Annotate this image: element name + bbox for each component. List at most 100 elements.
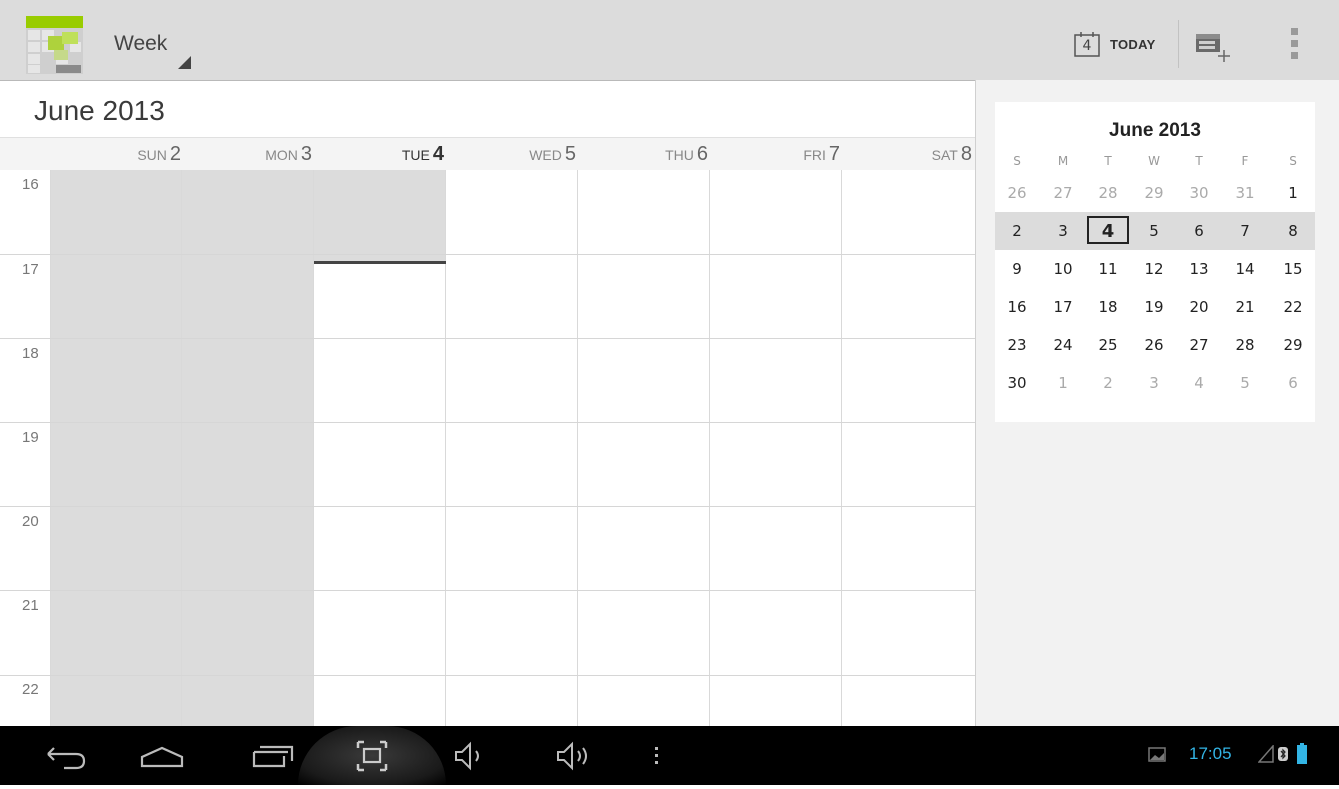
overflow-dot [1291,28,1298,35]
hour-label: 18 [22,345,39,362]
day-header-mon[interactable]: MON 3 [181,143,312,166]
mini-day-cell[interactable]: 30 [995,374,1039,392]
day-header-wed[interactable]: WED 5 [445,143,576,166]
mini-day-cell[interactable]: 3 [1132,374,1176,392]
mini-day-cell[interactable]: 18 [1086,298,1130,316]
mini-day-cell[interactable]: 27 [1177,336,1221,354]
mini-day-cell[interactable]: 26 [1132,336,1176,354]
mini-day-cell[interactable]: 19 [1132,298,1176,316]
today-label: TODAY [1110,37,1156,52]
mini-month-calendar[interactable]: June 2013 S M T W T F S 26 27 28 29 30 3… [995,102,1315,422]
back-icon [47,747,86,770]
overflow-dot [1291,52,1298,59]
mini-day-cell[interactable]: 5 [1132,222,1176,240]
mini-day-cell[interactable]: 12 [1132,260,1176,278]
day-number: 4 [432,143,444,165]
view-spinner[interactable]: Week [104,18,204,76]
mini-day-cell[interactable]: 17 [1041,298,1085,316]
mini-day-cell[interactable]: 4 [1177,374,1221,392]
mini-day-cell[interactable]: 25 [1086,336,1130,354]
mini-day-cell[interactable]: 6 [1177,222,1221,240]
day-number: 2 [169,143,181,165]
hour-label: 22 [22,681,39,698]
mini-day-cell[interactable]: 26 [995,184,1039,202]
day-header-sat[interactable]: SAT 8 [841,143,972,166]
weekday-label: S [1013,154,1021,168]
mini-day-cell[interactable]: 22 [1271,298,1315,316]
hour-divider [0,506,975,507]
day-header-tue[interactable]: TUE 4 [313,143,444,166]
menu-button[interactable] [645,726,669,785]
mini-day-cell[interactable]: 8 [1271,222,1315,240]
mini-week-row: 26 27 28 29 30 31 1 [995,174,1315,212]
weekday-label: T [1104,154,1112,168]
mini-day-cell[interactable]: 15 [1271,260,1315,278]
mini-day-cell[interactable]: 29 [1132,184,1176,202]
mini-day-cell[interactable]: 13 [1177,260,1221,278]
calendar-app-icon[interactable] [26,16,83,74]
mini-day-cell[interactable]: 27 [1041,184,1085,202]
mini-day-cell[interactable]: 6 [1271,374,1315,392]
mini-day-cell[interactable]: 10 [1041,260,1085,278]
mini-day-cell[interactable]: 2 [1086,374,1130,392]
mini-day-cell[interactable]: 1 [1271,184,1315,202]
hour-divider [0,590,975,591]
weekday-header-row: S M T W T F S [995,154,1315,170]
mini-day-cell[interactable]: 11 [1086,260,1130,278]
today-button[interactable]: 4 TODAY [1066,20,1176,68]
mini-day-cell[interactable]: 28 [1086,184,1130,202]
mini-day-selected[interactable]: 4 [1087,216,1129,244]
hour-label: 19 [22,429,39,446]
mini-day-cell[interactable]: 20 [1177,298,1221,316]
mini-day-cell[interactable]: 16 [995,298,1039,316]
mini-week-row: 16 17 18 19 20 21 22 [995,288,1315,326]
home-button[interactable] [132,726,192,785]
elapsed-time-shade [314,170,446,261]
mini-day-cell[interactable]: 29 [1271,336,1315,354]
mini-day-cell[interactable]: 1 [1041,374,1085,392]
mini-day-cell[interactable]: 28 [1223,336,1267,354]
menu-icon [655,747,658,764]
mini-week-row-current: 2 3 4 5 6 7 8 [995,212,1315,250]
day-name: WED [529,147,562,163]
screenshot-button[interactable] [342,726,402,785]
hour-divider [0,338,975,339]
mini-day-cell[interactable]: 9 [995,260,1039,278]
today-icon-number: 4 [1082,38,1092,54]
recent-apps-button[interactable] [240,726,300,785]
day-header-sun[interactable]: SUN 2 [50,143,181,166]
action-bar-divider [1178,20,1179,68]
day-name: SUN [137,147,167,163]
mini-day-cell[interactable]: 21 [1223,298,1267,316]
hour-divider [0,675,975,676]
mini-day-cell[interactable]: 23 [995,336,1039,354]
volume-down-icon [455,741,479,771]
day-header-row: SUN 2 MON 3 TUE 4 WED 5 THU 6 FRI 7 SAT 8 [0,137,975,172]
new-event-button[interactable] [1190,26,1234,66]
overflow-menu-button[interactable] [1283,26,1305,62]
mini-day-cell[interactable]: 5 [1223,374,1267,392]
recent-apps-icon [252,745,294,768]
mini-day-cell[interactable]: 31 [1223,184,1267,202]
day-number: 6 [696,143,708,165]
day-number: 5 [564,143,576,165]
action-bar: Week 4 TODAY [0,0,1339,81]
back-button[interactable] [34,726,94,785]
mini-day-cell[interactable]: 2 [995,222,1039,240]
screenshot-notification-icon[interactable] [1148,747,1166,767]
volume-up-button[interactable] [550,726,606,785]
day-header-thu[interactable]: THU 6 [577,143,708,166]
mini-day-cell[interactable]: 3 [1041,222,1085,240]
mini-day-cell[interactable]: 7 [1223,222,1267,240]
hour-label: 20 [22,513,39,530]
hour-label: 17 [22,261,39,278]
week-grid[interactable]: 16 17 18 19 20 21 22 [0,170,975,726]
hour-divider [0,254,975,255]
mini-day-cell[interactable]: 24 [1041,336,1085,354]
hour-label: 16 [22,176,39,193]
mini-day-cell[interactable]: 30 [1177,184,1221,202]
volume-down-button[interactable] [446,726,496,785]
mini-day-cell[interactable]: 14 [1223,260,1267,278]
home-icon [140,746,184,768]
day-header-fri[interactable]: FRI 7 [709,143,840,166]
